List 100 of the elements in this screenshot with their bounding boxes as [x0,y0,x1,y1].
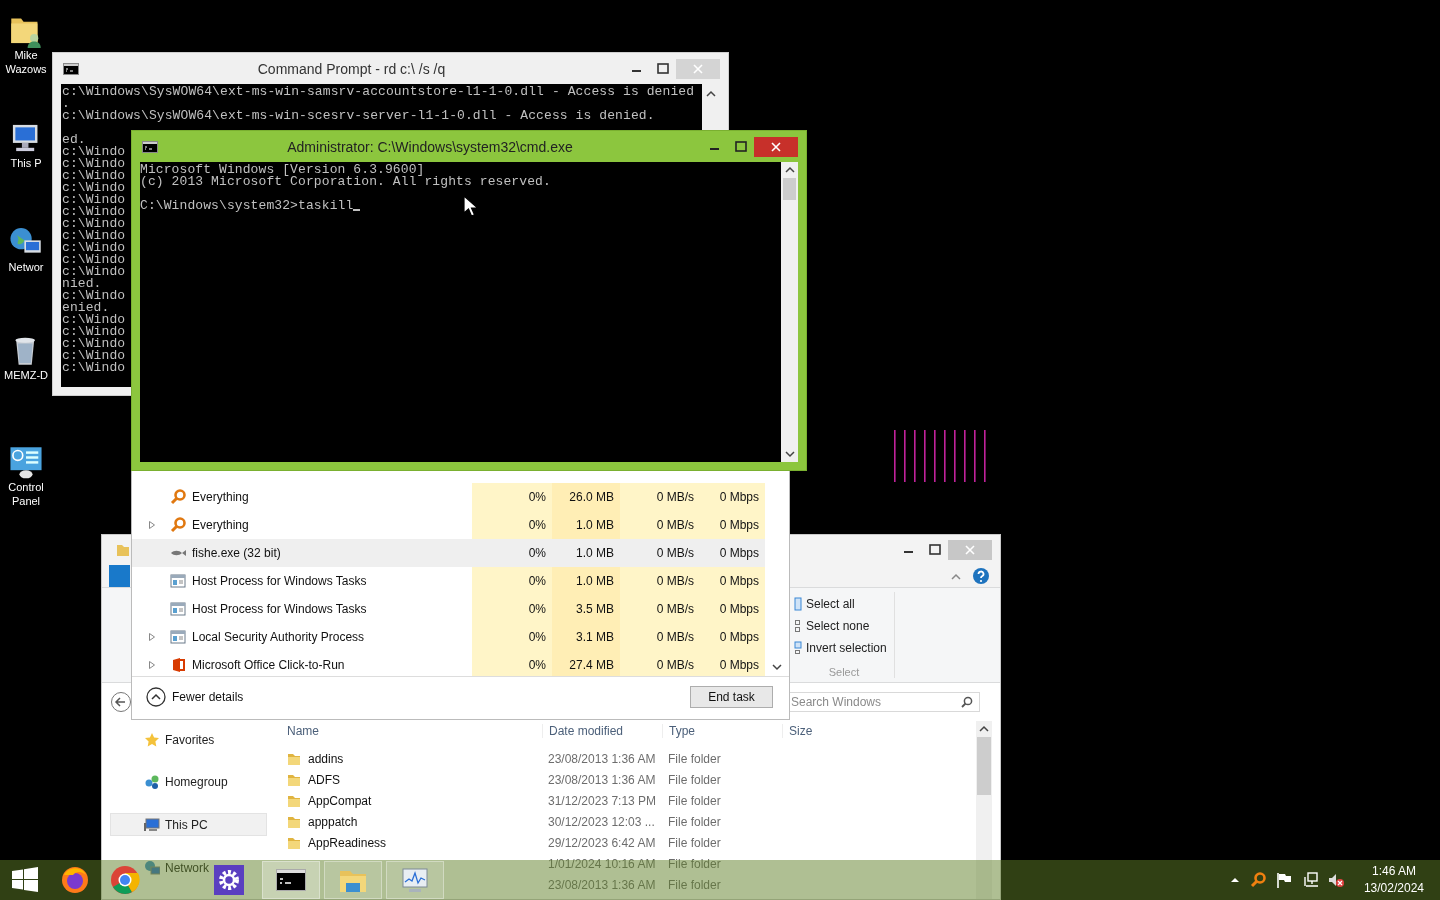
show-hidden-icons-icon[interactable] [1229,875,1240,885]
console-line: ed. [62,134,86,146]
cpu-cell: 0% [472,539,552,567]
collapse-ribbon-icon[interactable] [950,571,962,581]
desktop-icon-label[interactable]: MEMZ-D [4,368,48,382]
scrollbar[interactable] [976,721,992,899]
settings-icon [214,865,244,895]
cpu-cell: 0% [472,651,552,676]
folder-icon [287,793,301,808]
disk-cell: 0 MB/s [620,539,700,567]
console-line: c:\Windo [62,266,126,278]
console-line: c:\Windo [62,242,126,254]
disk-cell: 0 MB/s [620,651,700,676]
column-header[interactable]: Name [287,724,542,738]
type-cell-text: File folder [667,835,722,850]
date-cell-text: 23/08/2013 1:36 AM [547,877,657,892]
scroll-down-icon[interactable] [771,662,783,672]
fewer-details-button[interactable]: Fewer details [146,687,244,707]
desktop-icon-label[interactable]: Control Panel [0,480,52,508]
expand-icon[interactable] [148,520,156,530]
file-name[interactable]: apppatch [287,814,542,829]
memory-cell: 1.0 MB [552,567,620,595]
console-line: c:\Windo [62,254,126,266]
monitor-icon [400,866,430,894]
disk-cell: 0 MB/s [620,483,700,511]
file-name[interactable]: addins [287,751,542,766]
ribbon-command[interactable]: Select none [794,618,894,634]
cpu-cell: 0% [472,623,552,651]
console-line: c:\Windows\SysWOW64\ext-ms-win-scesrv-server-l1-1-0.dll - Access is denied. [62,110,655,122]
nav-item[interactable]: Homegroup [144,771,234,792]
console-line: c:\Windo [62,170,126,182]
browser-icon [60,865,90,895]
taskbar-button[interactable] [262,861,320,899]
computer-icon [144,817,160,832]
nav-item[interactable]: This PC [110,813,267,836]
console-line: C:\Windows\system32>taskill [140,200,354,212]
checkbox-icon [794,641,802,655]
search-field[interactable]: Search Windows [788,692,980,712]
expand-icon[interactable] [148,660,156,670]
console-icon [142,140,158,153]
console-line: c:\Windo [62,158,126,170]
disk-cell: 0 MB/s [620,623,700,651]
scrollbar[interactable] [781,162,798,462]
file-name[interactable]: AppReadiness [287,835,542,850]
checkbox-icon [794,597,802,611]
network-cell: 0 Mbps [700,595,765,623]
back-button[interactable] [110,691,132,713]
console-icon [276,869,306,891]
help-icon[interactable] [972,567,990,585]
cpu-cell: 0% [472,511,552,539]
date-cell-text: 29/12/2023 6:42 AM [547,835,657,850]
desktop-icon[interactable] [8,444,44,480]
desktop-icon-label[interactable]: This P [10,156,42,170]
console-line: c:\Windo [62,206,126,218]
magnifier-icon [170,489,186,505]
scroll-thumb[interactable] [783,178,796,200]
browser-icon [110,865,140,895]
magnifier-icon[interactable] [1249,872,1266,888]
disk-cell: 0 MB/s [620,567,700,595]
disk-cell: 0 MB/s [620,595,700,623]
clock[interactable]: 1:46 AM 13/02/2024 [1363,863,1424,897]
process-name: Host Process for Windows Tasks [192,602,367,616]
scroll-up-icon[interactable] [783,165,796,175]
process-name: Local Security Authority Process [192,630,365,644]
type-cell-text: File folder [667,877,722,892]
end-task-button[interactable]: End task [690,686,773,708]
date-cell-text: 23/08/2013 1:36 AM [547,772,657,787]
network-cell: 0 Mbps [700,511,765,539]
desktop-icon-label[interactable]: Mike Wazows [0,48,52,76]
memory-cell: 1.0 MB [552,539,620,567]
folder-icon [287,751,301,766]
console-line: c:\Windows\SysWOW64\ext-ms-win-samsrv-accountstore-l1-1-0.dll - Access is denied [62,86,695,98]
text-cursor [353,209,361,211]
close-button[interactable] [754,136,798,157]
column-header[interactable]: Date modified [542,724,662,738]
console-icon [63,62,79,75]
desktop-icon-label[interactable]: Networ [8,260,44,274]
console-line: . [62,98,70,110]
volume-muted-icon[interactable] [1327,872,1344,888]
collapse-icon [146,687,166,707]
ribbon-command[interactable]: Select all [794,596,894,612]
scroll-up-icon[interactable] [705,89,717,99]
network-icon[interactable] [1301,872,1318,888]
process-name: Host Process for Windows Tasks [192,574,367,588]
console-line: c:\Windo [62,218,126,230]
scroll-thumb[interactable] [977,737,991,795]
nav-item[interactable]: Network [144,857,215,878]
column-header[interactable]: Type [662,724,782,738]
expand-icon[interactable] [148,632,156,642]
process-name: Everything [192,518,249,532]
homegroup-icon [144,774,160,789]
column-header[interactable]: Size [782,724,862,738]
ribbon-command[interactable]: Invert selection [794,640,894,656]
file-name[interactable]: ADFS [287,772,542,787]
window-icon [170,573,186,589]
mouse-pointer-icon [463,195,477,217]
nav-item[interactable]: Favorites [144,729,221,750]
scroll-down-icon[interactable] [783,449,796,459]
file-name[interactable]: AppCompat [287,793,542,808]
flag-icon[interactable] [1275,872,1292,888]
